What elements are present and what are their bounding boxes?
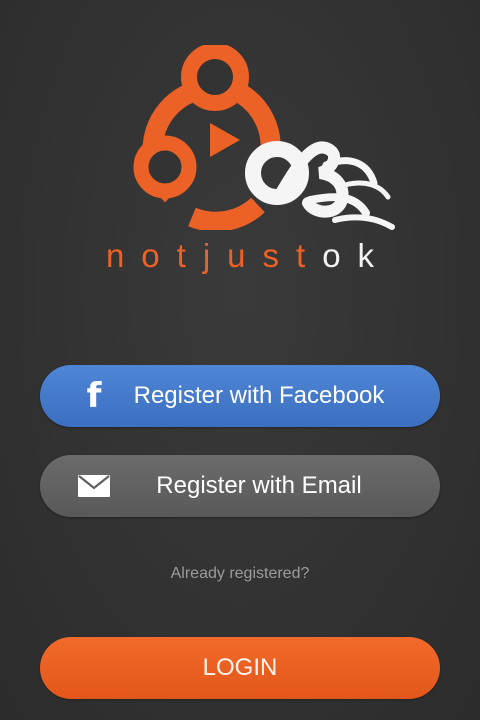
already-registered-link[interactable]: Already registered? <box>0 565 480 583</box>
facebook-icon: f <box>86 376 102 416</box>
register-email-button[interactable]: Register with Email <box>40 455 440 517</box>
login-button[interactable]: LOGIN <box>40 637 440 699</box>
app-screen: notjustok f Register with Facebook Regis… <box>0 0 480 720</box>
notjustok-logo-icon <box>133 45 395 230</box>
brand-part-3: ok <box>322 237 392 274</box>
register-facebook-button[interactable]: f Register with Facebook <box>40 365 440 427</box>
envelope-icon <box>74 455 114 517</box>
login-label: LOGIN <box>202 654 278 681</box>
brand-wordmark: notjustok <box>0 236 480 276</box>
brand-part-2: t <box>296 237 323 274</box>
brand-part-1: notjus <box>105 237 297 274</box>
